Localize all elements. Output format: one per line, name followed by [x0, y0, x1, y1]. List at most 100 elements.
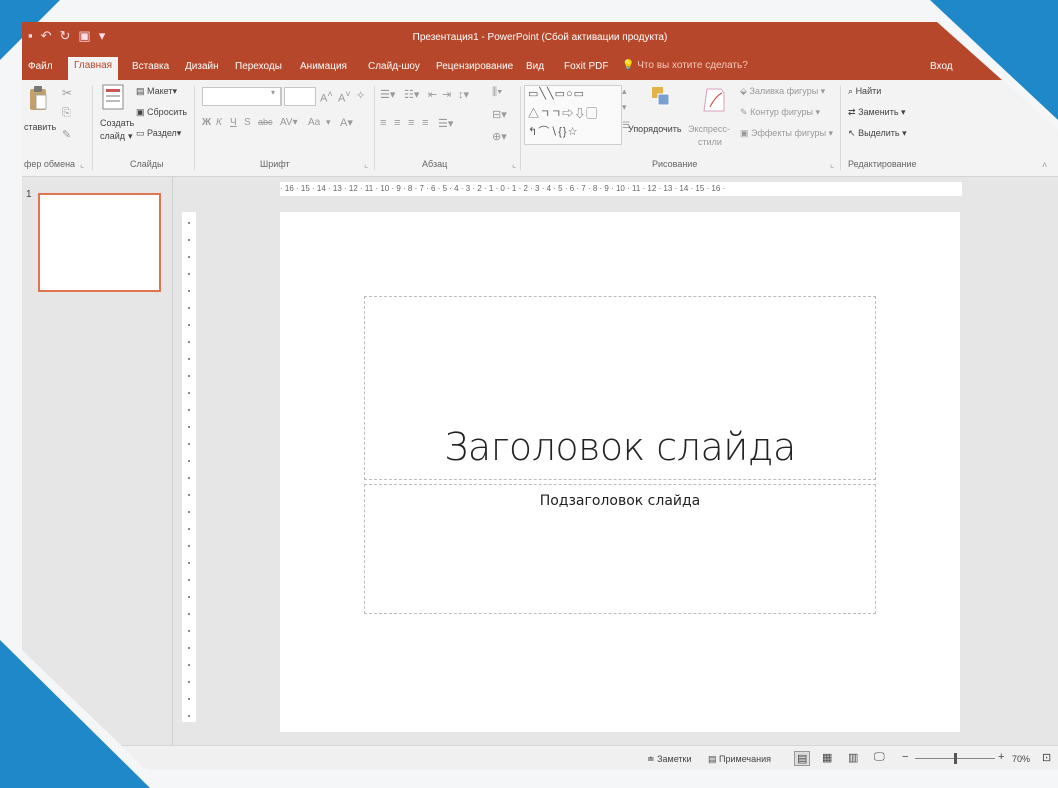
increase-indent-icon[interactable]: ⇥: [442, 88, 451, 101]
new-slide-label-2[interactable]: слайд: [100, 131, 125, 141]
justify-icon[interactable]: ≡: [422, 117, 428, 129]
find-button[interactable]: ⌕ Найти: [848, 86, 881, 97]
powerpoint-window: ▪↶↻▣▾ Презентация1 - PowerPoint (Сбой ак…: [22, 22, 1058, 770]
slide-subtitle[interactable]: Подзаголовок слайда: [365, 493, 875, 509]
character-spacing-icon[interactable]: AV▾: [280, 117, 298, 128]
tab-review[interactable]: Рецензирование: [436, 61, 513, 72]
section-button[interactable]: ▭ Раздел▾: [136, 128, 181, 139]
quick-styles-label-2[interactable]: стили: [698, 137, 722, 147]
shape-fill-button[interactable]: ⬙ Заливка фигуры ▾: [740, 86, 825, 97]
font-name-dropdown-icon[interactable]: ▾: [266, 87, 281, 106]
ribbon-separator: [92, 86, 93, 170]
shape-outline-button[interactable]: ✎ Контур фигуры ▾: [740, 107, 820, 118]
shapes-row-1: ▭╲╲▭○▭: [528, 88, 586, 100]
shapes-gallery[interactable]: ▭╲╲▭○▭ △ㄱㄱ⇨⇩▢ ↰⌒∖{}☆: [524, 85, 622, 145]
gallery-scroll-up-icon[interactable]: ▴: [622, 86, 627, 97]
underline-button[interactable]: Ч: [230, 117, 237, 128]
text-direction-icon[interactable]: ⫼▾: [492, 86, 502, 99]
layout-button[interactable]: ▤ Макет▾: [136, 86, 177, 97]
zoom-in-icon[interactable]: +: [998, 751, 1004, 763]
change-case-dropdown-icon[interactable]: ▾: [326, 117, 331, 128]
align-right-icon[interactable]: ≡: [408, 117, 414, 129]
paragraph-launcher-icon[interactable]: ⌞: [512, 159, 516, 170]
slide-sorter-icon[interactable]: ▦: [822, 751, 832, 764]
slideshow-view-icon[interactable]: 🖵: [874, 751, 885, 764]
fit-slide-icon[interactable]: ⊡: [1042, 751, 1051, 764]
tab-design[interactable]: Дизайн: [185, 61, 219, 72]
normal-view-icon[interactable]: ▤: [794, 751, 811, 766]
tab-slideshow[interactable]: Слайд-шоу: [368, 61, 420, 72]
decrease-indent-icon[interactable]: ⇤: [428, 88, 437, 101]
bold-button[interactable]: Ж: [202, 117, 211, 128]
arrange-icon[interactable]: [650, 85, 672, 109]
bullets-icon[interactable]: ☰▾: [380, 88, 395, 101]
quick-styles-label-1[interactable]: Экспресс-: [688, 124, 730, 134]
copy-icon[interactable]: ⎘: [62, 107, 71, 120]
reset-button[interactable]: ▣ Сбросить: [136, 107, 187, 118]
grow-font-icon[interactable]: A˄: [320, 89, 333, 105]
tab-home[interactable]: Главная: [68, 57, 119, 80]
zoom-level[interactable]: 70%: [1012, 754, 1030, 764]
slide-thumbnail[interactable]: [38, 193, 161, 292]
tab-file[interactable]: Файл: [28, 61, 53, 72]
subtitle-placeholder[interactable]: Подзаголовок слайда: [364, 484, 876, 614]
tab-view[interactable]: Вид: [526, 61, 544, 72]
font-color-icon[interactable]: A▾: [340, 116, 353, 129]
slides-group-label: Слайды: [130, 159, 164, 169]
italic-button[interactable]: К: [216, 117, 222, 128]
quick-styles-icon[interactable]: [702, 85, 728, 115]
align-center-icon[interactable]: ≡: [394, 117, 400, 129]
ruler-tick: [188, 341, 190, 343]
tab-insert[interactable]: Вставка: [132, 61, 169, 72]
tab-transitions[interactable]: Переходы: [235, 61, 282, 72]
zoom-out-icon[interactable]: −: [902, 751, 908, 763]
text-shadow-button[interactable]: S: [244, 117, 251, 128]
change-case-button[interactable]: Aa: [308, 117, 320, 128]
tab-animations[interactable]: Анимация: [300, 61, 347, 72]
drawing-launcher-icon[interactable]: ⌞: [830, 159, 834, 170]
strikethrough-button[interactable]: abc: [258, 117, 273, 127]
font-size-combo[interactable]: [284, 87, 316, 106]
clipboard-launcher-icon[interactable]: ⌞: [80, 159, 84, 170]
notes-label: Заметки: [657, 754, 692, 764]
comments-label: Примечания: [719, 754, 771, 764]
select-button[interactable]: ↖ Выделить ▾: [848, 128, 907, 139]
shrink-font-icon[interactable]: A˅: [338, 89, 351, 105]
new-slide-dropdown-icon[interactable]: ▾: [128, 131, 133, 142]
slide-title[interactable]: Заголовок слайда: [365, 425, 875, 469]
reset-label: Сбросить: [147, 107, 188, 117]
zoom-slider[interactable]: [915, 753, 995, 764]
ruler-tick: [188, 715, 190, 717]
columns-icon[interactable]: ☰▾: [438, 117, 453, 130]
zoom-slider-thumb[interactable]: [953, 753, 957, 764]
align-left-icon[interactable]: ≡: [380, 117, 386, 129]
line-spacing-icon[interactable]: ↕▾: [458, 88, 469, 101]
title-placeholder[interactable]: Заголовок слайда: [364, 296, 876, 480]
ruler-tick: [188, 630, 190, 632]
reading-view-icon[interactable]: ▥: [848, 751, 858, 764]
clear-formatting-icon[interactable]: ✧: [356, 89, 365, 102]
sign-in-link[interactable]: Вход: [930, 61, 953, 72]
font-launcher-icon[interactable]: ⌞: [364, 159, 368, 170]
paste-icon[interactable]: [28, 84, 48, 112]
new-slide-icon[interactable]: [102, 84, 124, 110]
collapse-ribbon-icon[interactable]: ˄: [1042, 160, 1047, 170]
shape-effects-button[interactable]: ▣ Эффекты фигуры ▾: [740, 128, 833, 139]
align-text-icon[interactable]: ⊟▾: [492, 108, 507, 121]
ruler-tick: [188, 324, 190, 326]
tab-foxit-pdf[interactable]: Foxit PDF: [564, 61, 608, 72]
tell-me-box[interactable]: 💡 Что вы хотите сделать?: [622, 60, 748, 71]
numbering-icon[interactable]: ☷▾: [404, 88, 419, 101]
paste-button[interactable]: ставить: [24, 122, 56, 132]
arrange-button[interactable]: Упорядочить: [628, 124, 682, 134]
shape-effects-label: Эффекты фигуры: [751, 128, 827, 138]
format-painter-icon[interactable]: ✎: [62, 128, 71, 141]
cut-icon[interactable]: ✂: [62, 86, 72, 100]
replace-button[interactable]: ⇄ Заменить ▾: [848, 107, 906, 118]
slide-canvas[interactable]: Заголовок слайда Подзаголовок слайда: [280, 212, 960, 732]
gallery-scroll-down-icon[interactable]: ▾: [622, 102, 627, 113]
comments-button[interactable]: ▤ Примечания: [708, 754, 771, 765]
new-slide-label-1[interactable]: Создать: [100, 118, 134, 128]
smartart-icon[interactable]: ⊕▾: [492, 130, 507, 143]
notes-button[interactable]: ≐ Заметки: [647, 754, 692, 765]
